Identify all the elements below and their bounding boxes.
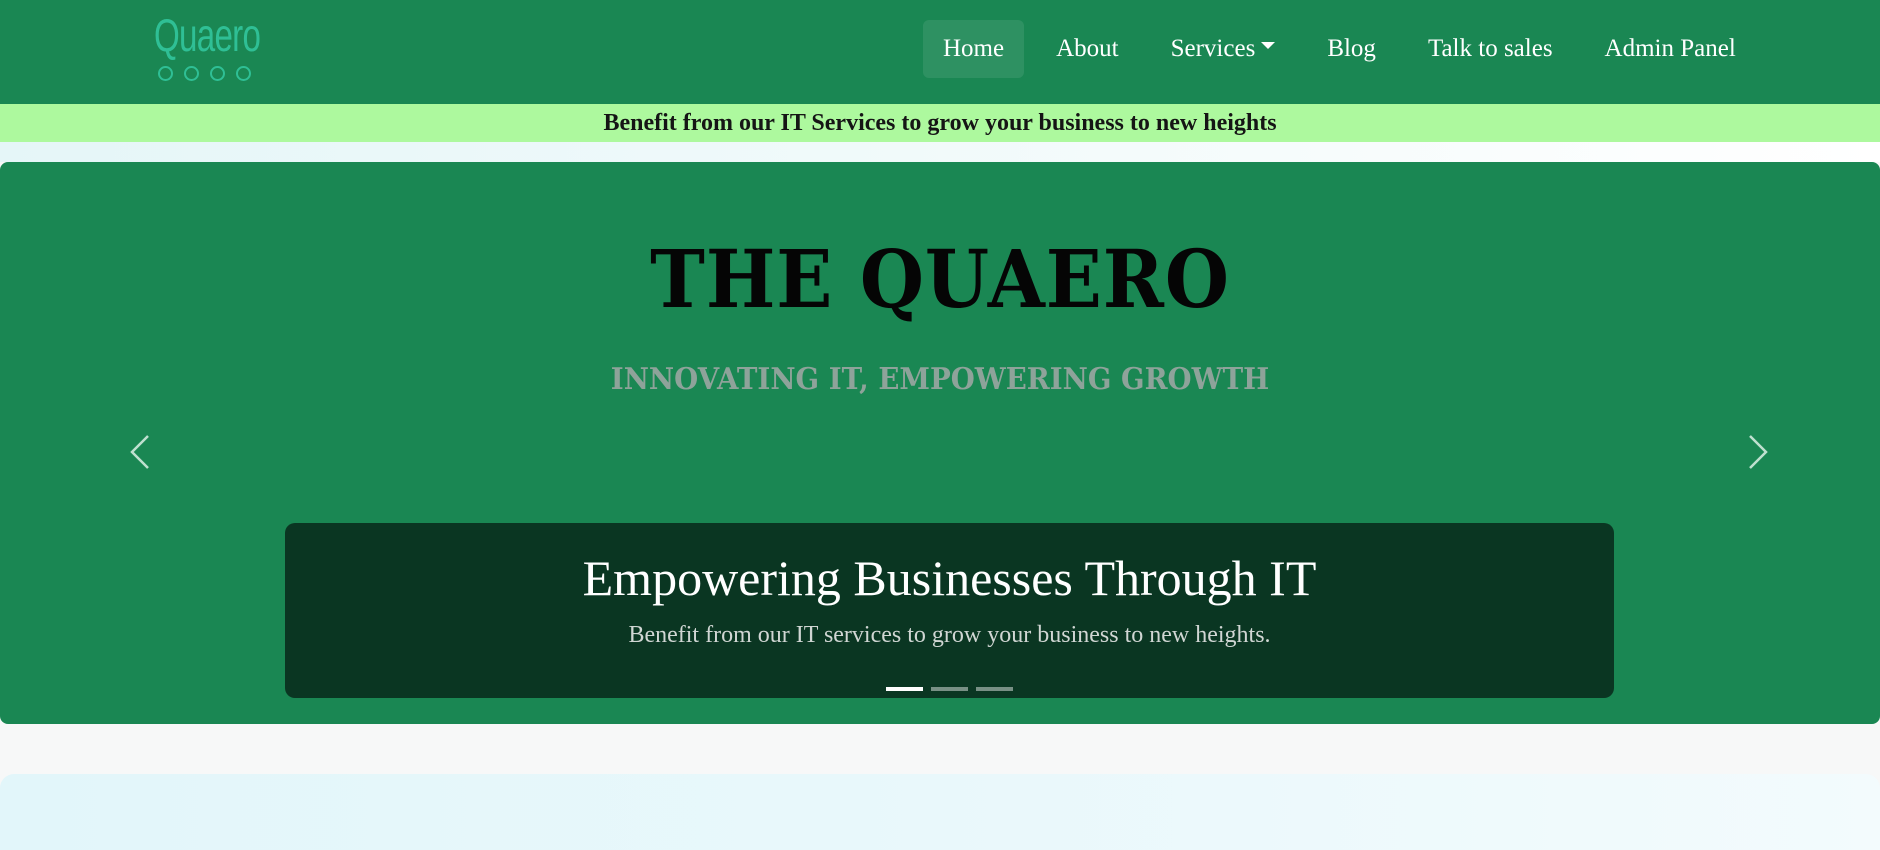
navbar: Quaero Home About Services Blog Talk to … (0, 0, 1880, 104)
nav-item-label: Admin Panel (1604, 35, 1736, 62)
nav-item-label: Services (1170, 35, 1256, 62)
chevron-right-icon (1749, 435, 1768, 469)
four-circles-icon (158, 66, 251, 81)
nav-item-label: Home (943, 35, 1005, 62)
hero-title: THE QUAERO (650, 232, 1230, 326)
announcement-text: Benefit from our IT Services to grow you… (603, 110, 1277, 136)
nav-item-blog[interactable]: Blog (1307, 20, 1396, 78)
announcement-bar: Benefit from our IT Services to grow you… (0, 104, 1880, 142)
carousel-indicator-2[interactable] (931, 687, 968, 691)
nav-item-label: About (1056, 35, 1119, 62)
carousel-indicator-1[interactable] (886, 687, 923, 691)
hero-carousel: THE QUAERO INNOVATING IT, EMPOWERING GRO… (0, 162, 1880, 724)
nav-item-admin-panel[interactable]: Admin Panel (1585, 20, 1756, 78)
nav-item-talk-to-sales[interactable]: Talk to sales (1408, 20, 1573, 78)
caption-text: Benefit from our IT services to grow you… (628, 622, 1271, 648)
chevron-left-icon (130, 435, 149, 469)
carousel-prev-button[interactable] (122, 422, 162, 482)
nav-links: Home About Services Blog Talk to sales A… (923, 20, 1768, 78)
caret-down-icon (1261, 41, 1276, 49)
carousel-indicators (285, 687, 1614, 691)
hero-top-band (0, 142, 1880, 162)
carousel-caption: Empowering Businesses Through IT Benefit… (285, 523, 1614, 698)
nav-item-about[interactable]: About (1036, 20, 1139, 78)
carousel-indicator-3[interactable] (976, 687, 1013, 691)
caption-heading: Empowering Businesses Through IT (582, 550, 1317, 606)
logo-wordmark: Quaero (154, 9, 261, 61)
carousel-next-button[interactable] (1736, 422, 1776, 482)
nav-item-label: Blog (1327, 35, 1376, 62)
hero-tagline: INNOVATING IT, EMPOWERING GROWTH (610, 362, 1270, 397)
nav-item-label: Talk to sales (1427, 35, 1553, 62)
brand-logo[interactable]: Quaero (152, 9, 261, 84)
nav-item-home[interactable]: Home (923, 20, 1025, 78)
next-section (0, 774, 1880, 850)
nav-item-services[interactable]: Services (1151, 20, 1296, 78)
